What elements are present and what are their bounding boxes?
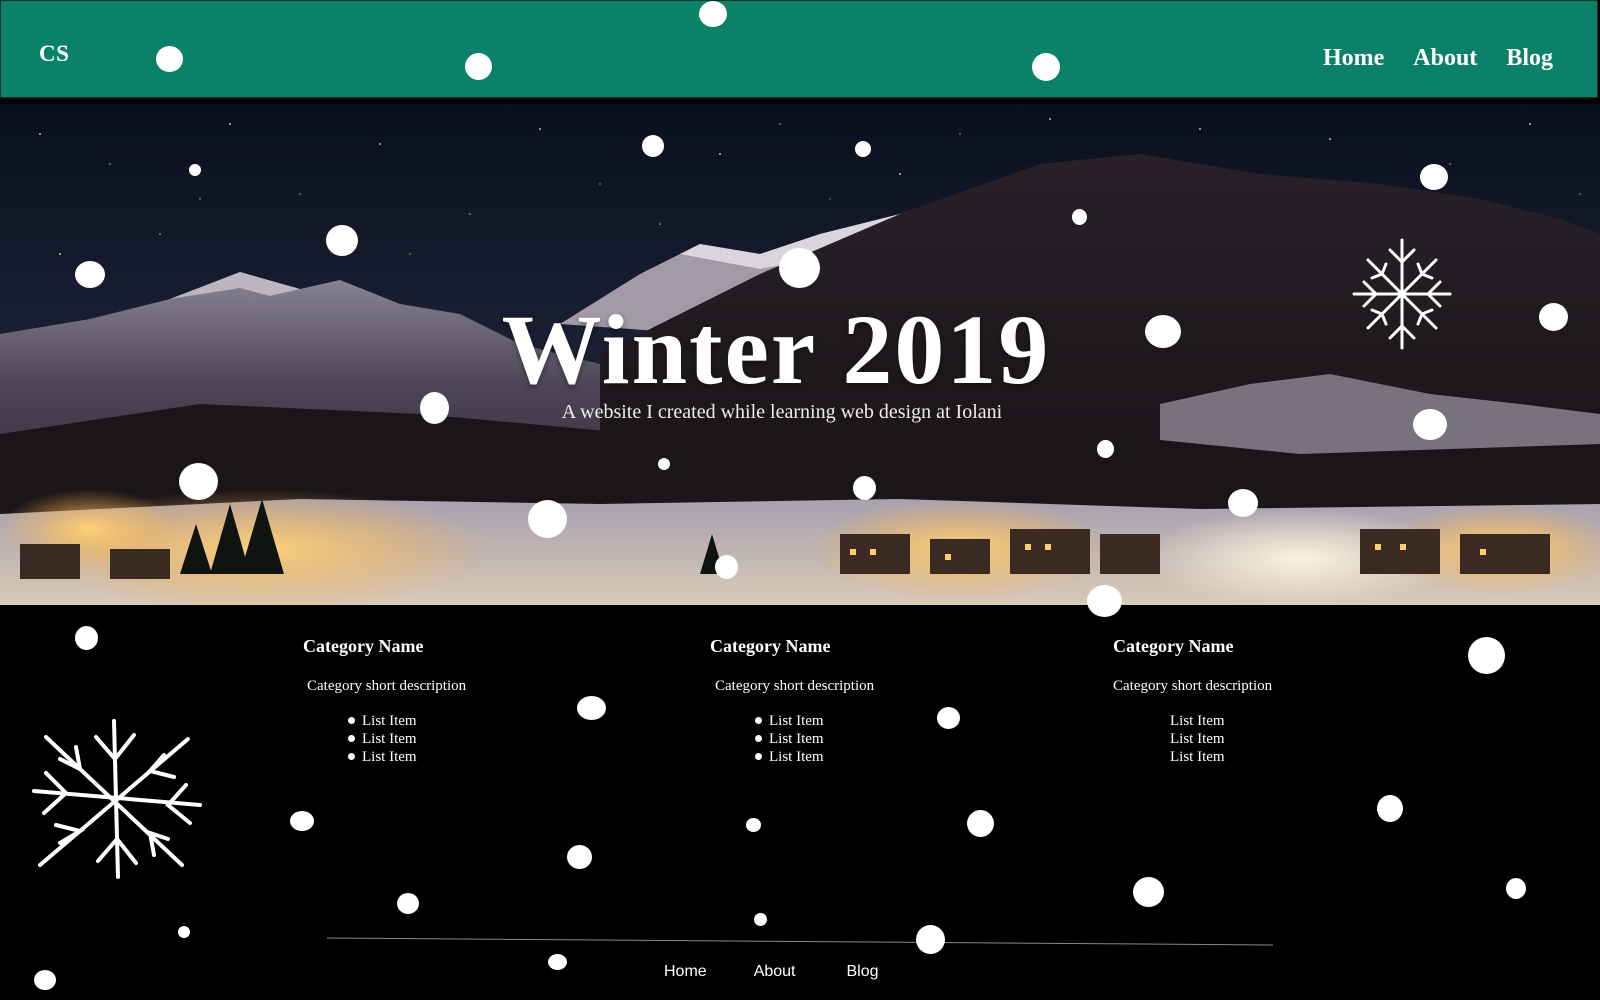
- category-title: Category Name: [303, 636, 424, 656]
- snowball: [548, 954, 567, 970]
- snowball: [397, 893, 419, 914]
- category-list: List Item List Item List Item: [348, 712, 543, 766]
- snowball: [178, 926, 190, 938]
- footer-blog-link[interactable]: Blog: [847, 963, 879, 981]
- category-description: Category short description: [715, 678, 875, 694]
- snowball: [1133, 877, 1164, 907]
- snowball: [290, 811, 314, 831]
- footer-home-link[interactable]: Home: [664, 963, 707, 981]
- category-column-2: Category Name Category short description…: [710, 636, 950, 766]
- list-item: List Item: [348, 712, 543, 730]
- list-item: List Item: [1170, 731, 1225, 747]
- category-column-1: Category Name Category short description…: [303, 636, 543, 766]
- category-description: Category short description: [307, 678, 467, 694]
- snowflake-icon: [1352, 238, 1452, 350]
- snowball: [1468, 637, 1505, 674]
- list-item: List Item: [348, 730, 543, 748]
- list-item: List Item: [348, 748, 543, 766]
- snowball: [754, 913, 767, 926]
- nav-about-link[interactable]: About: [1413, 45, 1477, 72]
- hero-banner: Winter 2019 A website I created while le…: [0, 104, 1600, 605]
- brand-logo[interactable]: CS: [39, 41, 69, 67]
- snowball: [34, 970, 56, 990]
- hero-subtitle: A website I created while learning web d…: [561, 401, 1003, 423]
- category-description: Category short description: [1113, 678, 1273, 694]
- snowball: [1377, 795, 1403, 822]
- category-title: Category Name: [1113, 636, 1234, 656]
- list-item: List Item: [755, 748, 950, 766]
- list-item: List Item: [1170, 713, 1225, 729]
- nav-blog-link[interactable]: Blog: [1506, 45, 1553, 72]
- snowflake-icon: [32, 719, 202, 879]
- top-navbar: CS Home About Blog: [0, 0, 1598, 98]
- category-list: List Item List Item List Item: [1170, 712, 1353, 766]
- category-column-3: Category Name Category short description…: [1113, 636, 1353, 766]
- snowball: [75, 626, 98, 650]
- category-list: List Item List Item List Item: [755, 712, 950, 766]
- snowball: [567, 845, 592, 869]
- hero-title: Winter 2019: [501, 294, 1051, 405]
- snowball: [746, 818, 761, 832]
- list-item: List Item: [1170, 749, 1225, 765]
- main-nav: Home About Blog: [1323, 45, 1553, 72]
- category-title: Category Name: [710, 636, 831, 656]
- list-item: List Item: [755, 730, 950, 748]
- nav-home-link[interactable]: Home: [1323, 45, 1384, 72]
- footer-nav: Home About Blog: [664, 963, 879, 981]
- snowball: [1506, 878, 1526, 899]
- list-item: List Item: [755, 712, 950, 730]
- snowball: [916, 925, 945, 954]
- snowball: [967, 810, 994, 837]
- snowball: [577, 696, 606, 720]
- footer-about-link[interactable]: About: [754, 963, 796, 981]
